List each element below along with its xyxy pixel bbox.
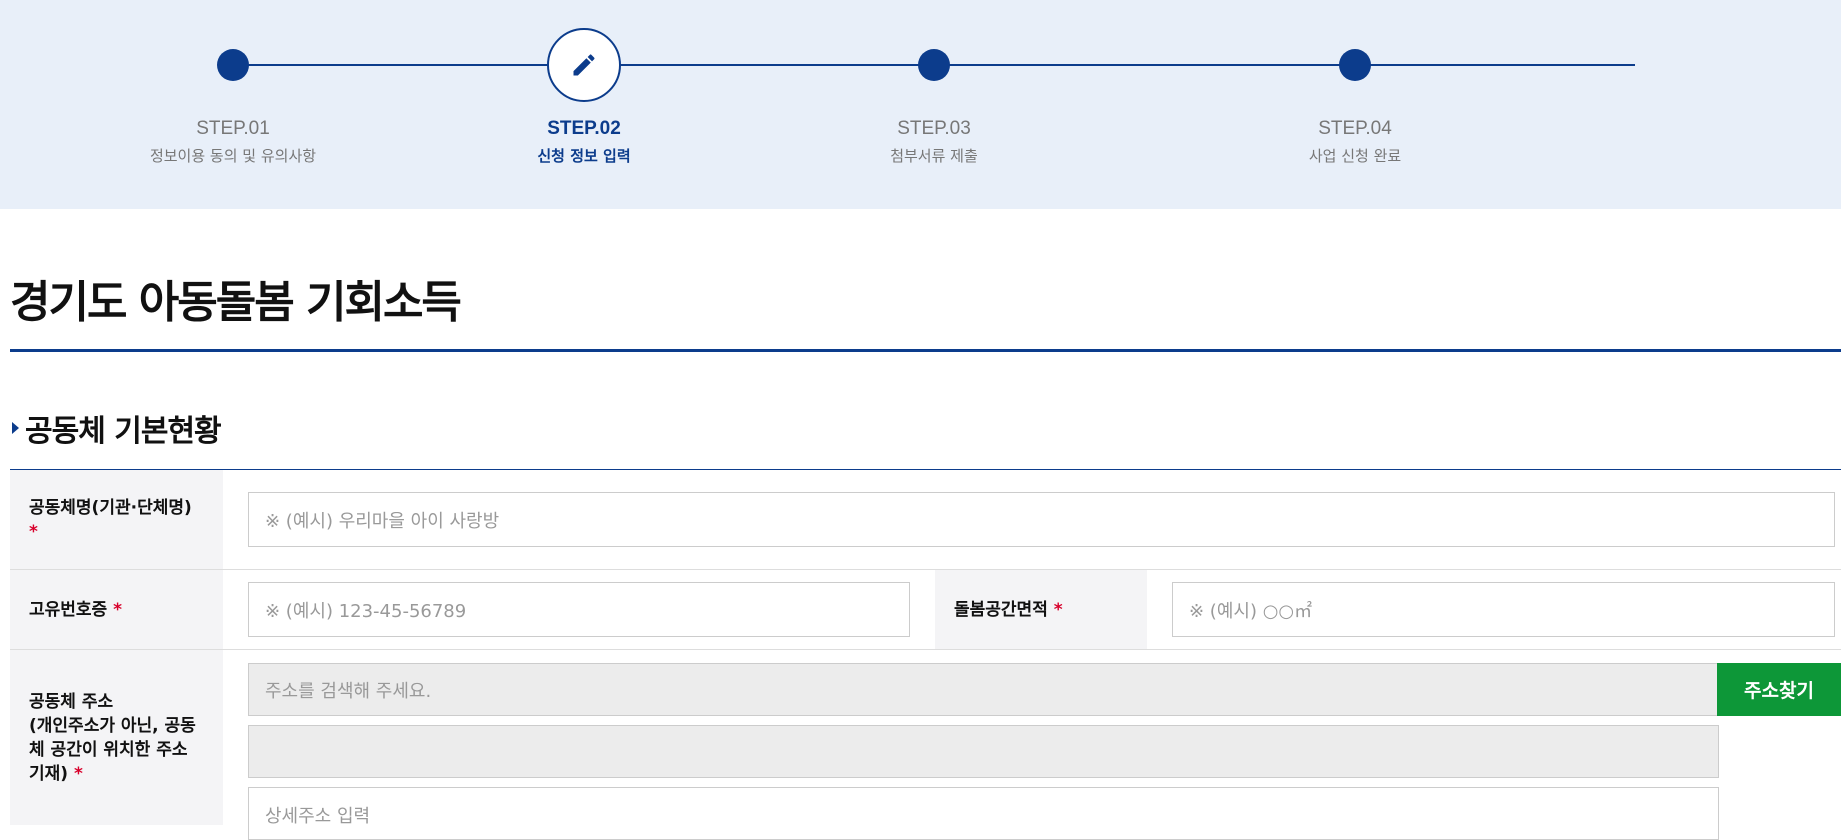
step-1-dot xyxy=(217,49,249,81)
required-mark: * xyxy=(113,599,123,620)
step-1-description: 정보이용 동의 및 유의사항 xyxy=(149,147,317,165)
org-name-input[interactable]: ※ (예시) 우리마을 아이 사랑방 xyxy=(248,492,1835,547)
form-row-reg-area: 고유번호증 * ※ (예시) 123-45-56789 돌봄공간면적 * ※ (… xyxy=(10,570,1841,650)
progress-stepper: STEP.01 정보이용 동의 및 유의사항 STEP.02 신청 정보 입력 … xyxy=(0,0,1841,209)
community-basic-info-form: 공동체명(기관·단체명) * ※ (예시) 우리마을 아이 사랑방 고유번호증 … xyxy=(10,469,1841,840)
page-title: 경기도 아동돌봄 기회소득 xyxy=(10,277,462,328)
reg-number-label: 고유번호증 * xyxy=(29,599,123,620)
step-3-description: 첨부서류 제출 xyxy=(890,147,978,165)
section-title: 공동체 기본현황 xyxy=(25,414,222,449)
reg-number-input[interactable]: ※ (예시) 123-45-56789 xyxy=(248,582,910,637)
pencil-icon xyxy=(573,54,595,76)
form-row-org-name: 공동체명(기관·단체명) * ※ (예시) 우리마을 아이 사랑방 xyxy=(10,470,1841,570)
address-search-button[interactable]: 주소찾기 xyxy=(1717,663,1841,716)
step-4-number: STEP.04 xyxy=(1318,118,1392,139)
required-mark: * xyxy=(73,763,83,784)
address-detail-input[interactable]: 상세주소 입력 xyxy=(248,787,1719,840)
step-2-number: STEP.02 xyxy=(547,118,621,139)
step-4-description: 사업 신청 완료 xyxy=(1308,147,1402,165)
required-mark: * xyxy=(1053,599,1063,620)
step-1-number: STEP.01 xyxy=(196,118,270,139)
care-area-label: 돌봄공간면적 * xyxy=(954,599,1063,620)
address-label: 공동체 주소 (개인주소가 아닌, 공동 체 공간이 위치한 주소 기재) * xyxy=(29,691,196,784)
step-4-dot xyxy=(1339,49,1371,81)
step-2-description: 신청 정보 입력 xyxy=(537,147,631,165)
step-2-current-circle xyxy=(547,28,621,102)
org-name-label-cell: 공동체명(기관·단체명) * xyxy=(10,470,223,569)
address-line2-input[interactable] xyxy=(248,725,1719,778)
form-row-address: 공동체 주소 (개인주소가 아닌, 공동 체 공간이 위치한 주소 기재) * … xyxy=(10,650,1841,840)
section-header: 공동체 기본현황 xyxy=(12,406,222,450)
triangle-bullet-icon xyxy=(12,422,19,434)
required-mark: * xyxy=(29,521,38,542)
step-3-dot xyxy=(918,49,950,81)
step-3-number: STEP.03 xyxy=(897,118,971,139)
address-search-input[interactable]: 주소를 검색해 주세요. xyxy=(248,663,1719,716)
title-divider xyxy=(10,349,1841,352)
reg-number-label-cell: 고유번호증 * xyxy=(10,570,223,649)
care-area-label-cell: 돌봄공간면적 * xyxy=(935,570,1147,649)
care-area-input[interactable]: ※ (예시) ○○㎡ xyxy=(1172,582,1835,637)
org-name-label: 공동체명(기관·단체명) * xyxy=(29,497,192,542)
address-label-cell: 공동체 주소 (개인주소가 아닌, 공동 체 공간이 위치한 주소 기재) * xyxy=(10,650,223,825)
